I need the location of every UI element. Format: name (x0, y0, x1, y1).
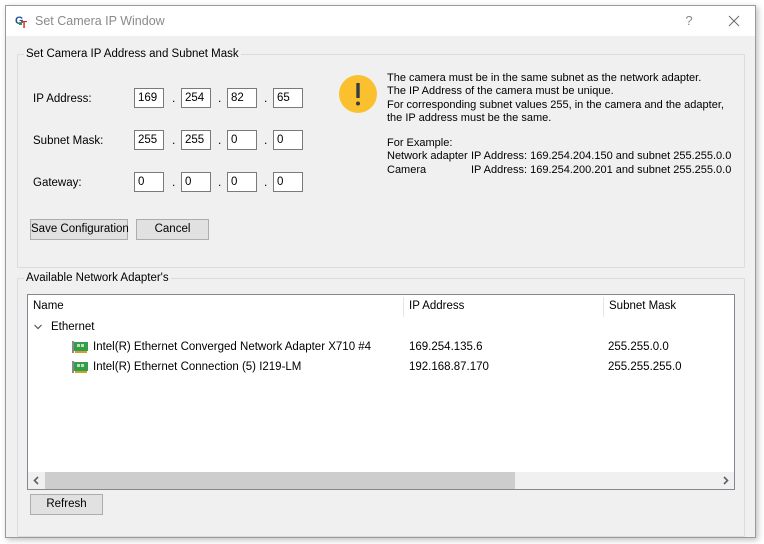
adapter-row[interactable]: Intel(R) Ethernet Converged Network Adap… (28, 337, 734, 357)
column-header-name[interactable]: Name (28, 295, 64, 317)
info-line: The IP Address of the camera must be uni… (387, 85, 614, 98)
gateway-octet-2[interactable] (181, 172, 211, 192)
subnet-mask-octet-4[interactable] (273, 130, 303, 150)
gateway-label: Gateway: (33, 177, 82, 189)
category-label: Ethernet (51, 321, 95, 333)
octet-separator: . (218, 91, 222, 105)
tree-category-ethernet[interactable]: Ethernet (28, 317, 734, 337)
ip-address-octet-1[interactable] (134, 88, 164, 108)
subnet-mask-octet-2[interactable] (181, 130, 211, 150)
ip-address-octet-3[interactable] (227, 88, 257, 108)
warning-icon (339, 75, 377, 113)
column-header-ip-address[interactable]: IP Address (404, 295, 464, 317)
example-title: For Example: (387, 137, 453, 149)
octet-separator: . (218, 175, 222, 189)
octet-separator: . (172, 91, 176, 105)
network-adapter-tree[interactable]: Name IP Address Subnet Mask Ethernet Int… (27, 294, 735, 490)
help-icon: ? (685, 13, 693, 28)
scroll-right-arrow-icon[interactable] (717, 472, 734, 489)
ip-settings-group-title: Set Camera IP Address and Subnet Mask (24, 47, 241, 61)
adapter-subnet-mask: 255.255.0.0 (608, 341, 669, 353)
save-configuration-button[interactable]: Save Configuration (30, 219, 129, 240)
network-card-icon (72, 341, 88, 353)
refresh-button[interactable]: Refresh (30, 494, 103, 515)
close-icon (728, 15, 740, 27)
info-line: the IP address must be the same. (387, 111, 552, 124)
horizontal-scroll-thumb[interactable] (45, 472, 515, 489)
example-detail: IP Address: 169.254.204.150 and subnet 2… (471, 150, 732, 163)
ip-address-label: IP Address: (33, 93, 92, 105)
ip-address-octet-2[interactable] (181, 88, 211, 108)
example-prefix: Camera (387, 163, 427, 176)
subnet-rules-text: The camera must be in the same subnet as… (387, 72, 724, 125)
title-bar: G T Set Camera IP Window ? (6, 6, 755, 36)
octet-separator: . (264, 91, 268, 105)
scroll-left-arrow-icon[interactable] (28, 472, 45, 489)
example-detail: IP Address: 169.254.200.201 and subnet 2… (471, 163, 732, 176)
adapter-name: Intel(R) Ethernet Connection (5) I219-LM (93, 361, 302, 373)
octet-separator: . (172, 133, 176, 147)
gt-app-icon: G T (15, 15, 27, 29)
network-adapters-group-title: Available Network Adapter's (24, 271, 171, 285)
octet-separator: . (218, 133, 222, 147)
adapter-subnet-mask: 255.255.255.0 (608, 361, 682, 373)
close-button[interactable] (722, 10, 746, 32)
subnet-mask-octet-3[interactable] (227, 130, 257, 150)
info-line: The camera must be in the same subnet as… (387, 72, 702, 84)
octet-separator: . (264, 175, 268, 189)
adapter-row[interactable]: Intel(R) Ethernet Connection (5) I219-LM… (28, 357, 734, 377)
help-button[interactable]: ? (678, 10, 700, 32)
list-header: Name IP Address Subnet Mask (28, 295, 734, 317)
subnet-mask-label: Subnet Mask: (33, 135, 104, 147)
adapter-ip-address: 169.254.135.6 (409, 341, 483, 353)
info-line: For corresponding subnet values 255, in … (387, 98, 724, 111)
adapter-ip-address: 192.168.87.170 (409, 361, 489, 373)
chevron-down-icon[interactable] (33, 317, 43, 337)
example-prefix: Network adapter (387, 150, 468, 163)
gateway-octet-1[interactable] (134, 172, 164, 192)
adapter-name: Intel(R) Ethernet Converged Network Adap… (93, 341, 372, 353)
window-title: Set Camera IP Window (35, 14, 165, 28)
subnet-mask-octet-1[interactable] (134, 130, 164, 150)
ip-address-octet-4[interactable] (273, 88, 303, 108)
example-text: For Example: Network adapter IP Address:… (387, 137, 731, 177)
set-camera-ip-window: G T Set Camera IP Window ? Set Camera IP… (5, 5, 756, 538)
network-card-icon (72, 361, 88, 373)
horizontal-scrollbar[interactable] (28, 472, 734, 489)
gateway-octet-4[interactable] (273, 172, 303, 192)
column-header-subnet-mask[interactable]: Subnet Mask (604, 295, 676, 317)
cancel-button[interactable]: Cancel (136, 219, 209, 240)
octet-separator: . (172, 175, 176, 189)
gateway-octet-3[interactable] (227, 172, 257, 192)
octet-separator: . (264, 133, 268, 147)
